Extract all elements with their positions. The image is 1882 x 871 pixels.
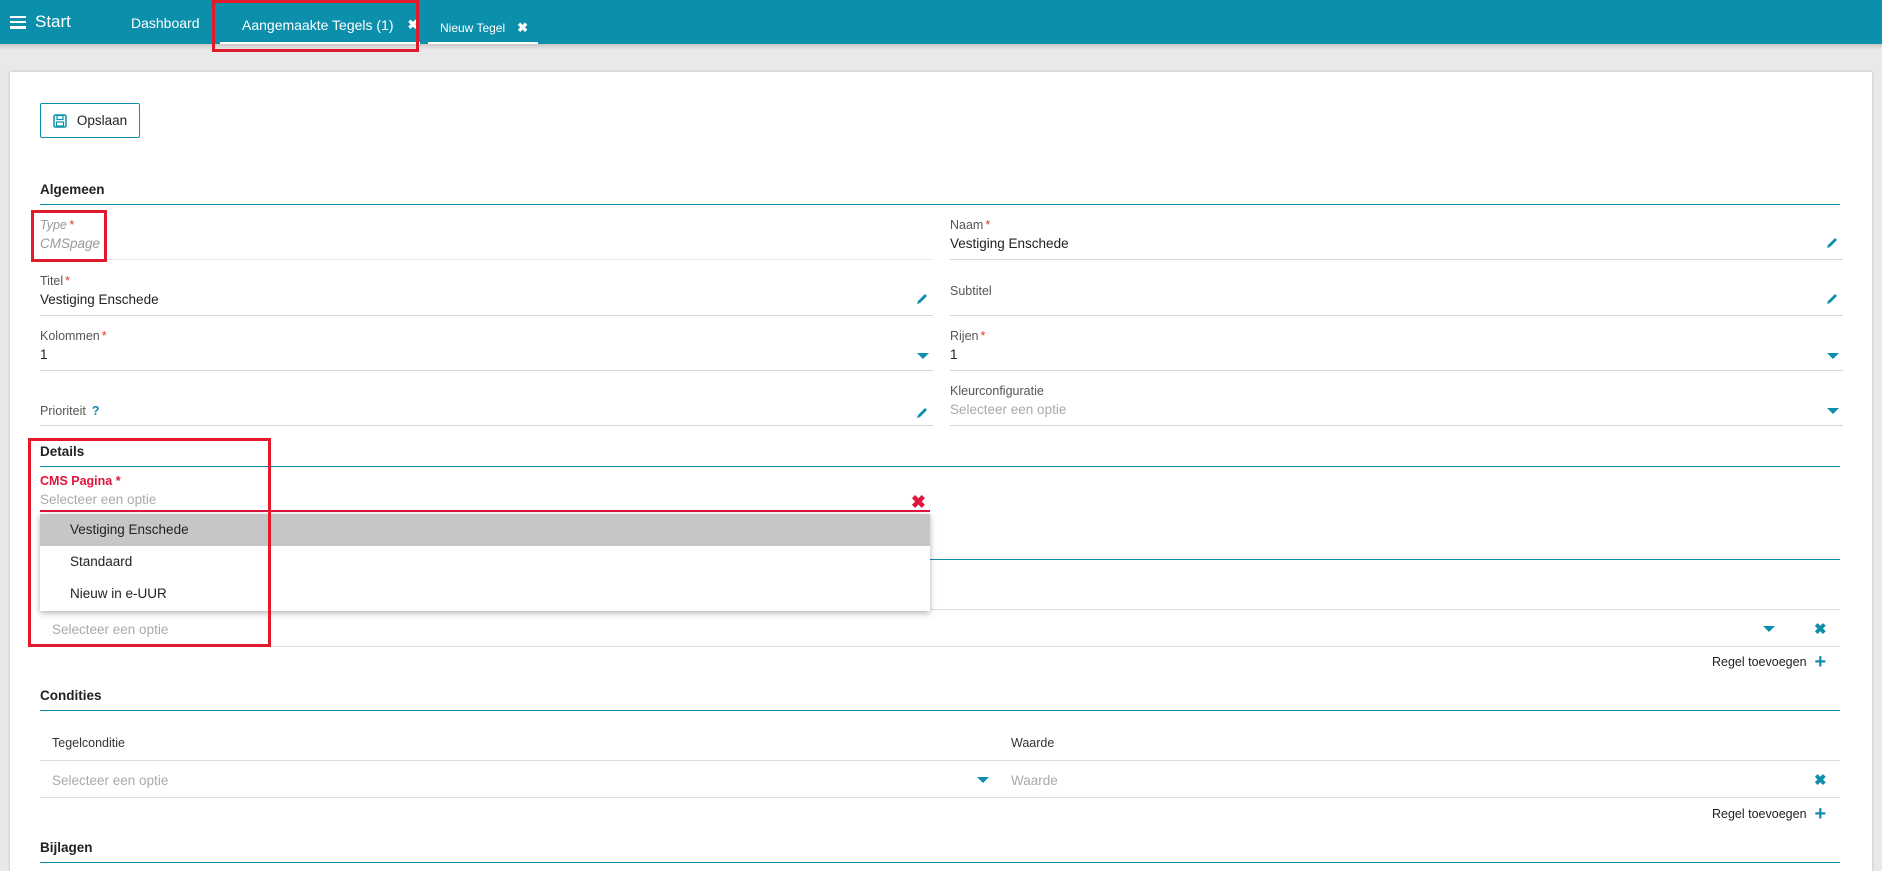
tab-dashboard[interactable]: Dashboard bbox=[131, 15, 200, 31]
topbar-shadow bbox=[0, 44, 1882, 50]
floppy-disk-icon bbox=[53, 113, 67, 128]
section-details: Details bbox=[40, 444, 1840, 467]
dropdown-option[interactable]: Nieuw in e-UUR bbox=[40, 578, 930, 610]
plus-icon: + bbox=[1814, 651, 1827, 673]
rule-select-placeholder[interactable]: Selecteer een optie bbox=[52, 622, 168, 637]
save-button[interactable]: Opslaan bbox=[40, 103, 140, 138]
clear-icon[interactable]: ✖ bbox=[911, 492, 926, 513]
cms-pagina-select[interactable]: CMS Pagina * Selecteer een optie ✖ bbox=[40, 474, 930, 512]
type-value: CMSpage bbox=[40, 236, 101, 251]
subtitel-field[interactable]: Subtitel bbox=[950, 268, 1843, 316]
condition-select-placeholder[interactable]: Selecteer een optie bbox=[52, 773, 168, 788]
add-rule-label: Regel toevoegen bbox=[1712, 807, 1807, 821]
chevron-down-icon[interactable] bbox=[1827, 353, 1839, 359]
condition-row: Selecteer een optie Waarde ✖ bbox=[40, 760, 1840, 798]
required-mark: * bbox=[65, 274, 71, 288]
top-navigation-bar: Start Dashboard Aangemaakte Tegels (1) ✖… bbox=[0, 0, 1882, 44]
column-header-waarde: Waarde bbox=[1011, 736, 1055, 750]
type-label: Type bbox=[40, 218, 67, 232]
help-icon[interactable]: ? bbox=[92, 404, 100, 418]
tab-label: Aangemaakte Tegels (1) bbox=[242, 17, 394, 33]
required-mark: * bbox=[115, 474, 121, 488]
details-rule-row: Selecteer een optie ✖ bbox=[40, 609, 1840, 647]
cms-pagina-placeholder: Selecteer een optie bbox=[40, 492, 157, 507]
kolommen-select[interactable]: Kolommen * 1 bbox=[40, 323, 933, 371]
add-rule-label: Regel toevoegen bbox=[1712, 655, 1807, 669]
prioriteit-field[interactable]: Prioriteit? bbox=[40, 378, 933, 426]
remove-row-icon[interactable]: ✖ bbox=[1814, 771, 1827, 789]
pencil-icon[interactable] bbox=[1825, 236, 1839, 250]
save-label: Opslaan bbox=[76, 113, 128, 128]
prioriteit-label: Prioriteit bbox=[40, 404, 86, 418]
chevron-down-icon[interactable] bbox=[917, 353, 929, 359]
kolommen-value: 1 bbox=[40, 347, 48, 362]
kleurconfiguratie-label: Kleurconfiguratie bbox=[950, 384, 1044, 398]
tab-nieuw-tegel[interactable]: Nieuw Tegel ✖ bbox=[428, 14, 538, 44]
subtitel-label: Subtitel bbox=[950, 284, 992, 298]
dropdown-option[interactable]: Standaard bbox=[40, 546, 930, 578]
start-label: Start bbox=[35, 12, 71, 31]
required-mark: * bbox=[68, 218, 74, 232]
required-mark: * bbox=[985, 218, 991, 232]
section-algemeen: Algemeen bbox=[40, 182, 1840, 205]
plus-icon: + bbox=[1814, 803, 1827, 825]
form-card: Opslaan Algemeen Type * CMSpage Naam * Ves… bbox=[10, 72, 1872, 871]
add-condition-button[interactable]: Regel toevoegen + bbox=[1712, 803, 1827, 825]
kleurconfiguratie-placeholder: Selecteer een optie bbox=[950, 402, 1067, 417]
required-mark: * bbox=[980, 329, 986, 343]
start-menu-button[interactable]: Start bbox=[10, 12, 71, 32]
remove-row-icon[interactable]: ✖ bbox=[1814, 620, 1827, 638]
section-condities: Condities bbox=[40, 688, 1840, 711]
chevron-down-icon[interactable] bbox=[1763, 626, 1775, 632]
kleurconfiguratie-select[interactable]: Kleurconfiguratie Selecteer een optie bbox=[950, 378, 1843, 426]
close-icon[interactable]: ✖ bbox=[408, 17, 419, 33]
required-mark: * bbox=[101, 329, 107, 343]
pencil-icon[interactable] bbox=[1825, 292, 1839, 306]
rijen-select[interactable]: Rijen * 1 bbox=[950, 323, 1843, 371]
pencil-icon[interactable] bbox=[915, 406, 929, 420]
chevron-down-icon[interactable] bbox=[1827, 408, 1839, 414]
titel-field[interactable]: Titel * Vestiging Enschede bbox=[40, 268, 933, 316]
naam-label: Naam bbox=[950, 218, 984, 232]
naam-value: Vestiging Enschede bbox=[950, 236, 1069, 251]
pencil-icon[interactable] bbox=[915, 292, 929, 306]
close-icon[interactable]: ✖ bbox=[517, 20, 528, 36]
column-header-tegelconditie: Tegelconditie bbox=[52, 736, 125, 750]
chevron-down-icon[interactable] bbox=[977, 777, 989, 783]
cms-pagina-dropdown: Vestiging Enschede Standaard Nieuw in e-… bbox=[40, 514, 930, 611]
naam-field[interactable]: Naam * Vestiging Enschede bbox=[950, 212, 1843, 260]
tab-label: Nieuw Tegel bbox=[440, 21, 506, 35]
tab-aangemaakte-tegels[interactable]: Aangemaakte Tegels (1) ✖ bbox=[220, 8, 420, 44]
kolommen-label: Kolommen bbox=[40, 329, 100, 343]
tab-label: Dashboard bbox=[131, 15, 200, 31]
cms-pagina-label: CMS Pagina bbox=[40, 474, 113, 488]
rijen-label: Rijen bbox=[950, 329, 979, 343]
section-bijlagen: Bijlagen bbox=[40, 840, 1840, 863]
rijen-value: 1 bbox=[950, 347, 958, 362]
dropdown-option[interactable]: Vestiging Enschede bbox=[40, 514, 930, 546]
titel-label: Titel bbox=[40, 274, 64, 288]
value-input-placeholder[interactable]: Waarde bbox=[1011, 773, 1058, 788]
add-rule-button[interactable]: Regel toevoegen + bbox=[1712, 651, 1827, 673]
type-field: Type * CMSpage bbox=[40, 212, 933, 260]
titel-value: Vestiging Enschede bbox=[40, 292, 159, 307]
hamburger-icon bbox=[10, 15, 26, 29]
